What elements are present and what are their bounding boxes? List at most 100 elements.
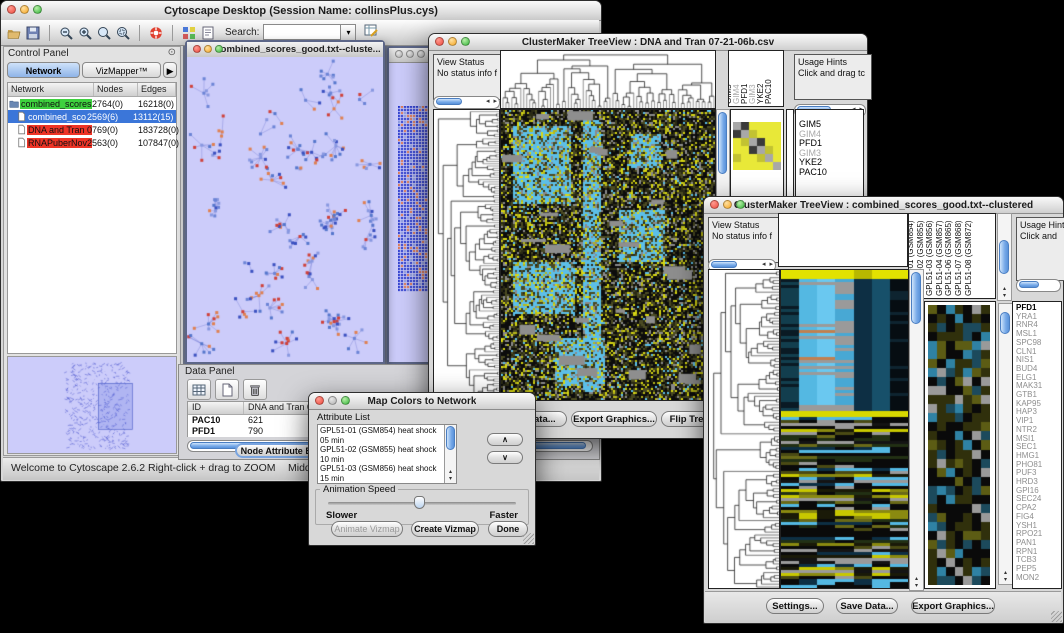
move-down-button[interactable]: ∨	[487, 451, 523, 464]
main-titlebar[interactable]: Cytoscape Desktop (Session Name: collins…	[1, 1, 601, 21]
table-row[interactable]: RNAPuberNov2+563(0)107847(0)	[8, 136, 176, 149]
float-panel-icon[interactable]: ⊙	[168, 47, 176, 58]
minimize-button[interactable]	[448, 37, 457, 46]
treeview2-heatmap[interactable]	[780, 269, 909, 589]
new-doc-icon[interactable]	[215, 379, 239, 400]
close-button[interactable]	[395, 50, 403, 58]
gene-label-pan1[interactable]: PAN1	[1016, 539, 1061, 548]
gene-label-yra1[interactable]: YRA1	[1016, 313, 1061, 322]
zoom-in-icon[interactable]	[78, 26, 92, 40]
treeview2-titlebar[interactable]: ClusterMaker TreeView : combined_scores_…	[704, 197, 1063, 214]
attribute-item[interactable]: GPL51-02 (GSM855) heat shock 10 min	[320, 445, 443, 464]
birdseye-view[interactable]	[7, 356, 177, 454]
gene-label-sec1[interactable]: SEC1	[1016, 443, 1061, 452]
close-button[interactable]	[7, 5, 16, 14]
tab-vizmapper[interactable]: VizMapper™	[82, 62, 161, 78]
treeview2-row-dendrogram[interactable]	[708, 269, 780, 589]
attribute-item[interactable]: GPL51-01 (GSM854) heat shock 05 min	[320, 426, 443, 445]
attribute-list[interactable]: GPL51-01 (GSM854) heat shock 05 minGPL51…	[317, 424, 457, 484]
treeview2-hints-scrollbar[interactable]	[1016, 279, 1061, 292]
tab-[interactable]: ▶	[163, 62, 177, 78]
minimize-button[interactable]	[20, 5, 29, 14]
table-icon[interactable]	[187, 379, 211, 400]
gene-label-cpa2[interactable]: CPA2	[1016, 504, 1061, 513]
treeview2-genelist-scrollbar[interactable]: ▴▾	[998, 303, 1013, 585]
minimize-button[interactable]	[723, 200, 732, 209]
gene-label-spc98[interactable]: SPC98	[1016, 339, 1061, 348]
zoom-region-icon[interactable]	[97, 26, 111, 40]
gene-label-fig4[interactable]: FIG4	[1016, 513, 1061, 522]
export-graphics--button[interactable]: Export Graphics...	[911, 598, 995, 614]
treeview2-labels-scrollbar[interactable]: ▴▾	[997, 213, 1012, 301]
gene-label-hrd3[interactable]: HRD3	[1016, 478, 1061, 487]
treeview2-zoom-heatmap[interactable]	[928, 305, 990, 585]
gene-label-msl1[interactable]: MSL1	[1016, 330, 1061, 339]
close-button[interactable]	[435, 37, 444, 46]
treeview1-summary-matrix[interactable]	[733, 122, 781, 170]
minimize-button[interactable]	[406, 50, 414, 58]
done-button[interactable]: Done	[488, 521, 528, 537]
gene-label-hap3[interactable]: HAP3	[1016, 408, 1061, 417]
treeview1-heatmap[interactable]	[500, 109, 716, 401]
tab-network[interactable]: Network	[7, 62, 80, 78]
table-row[interactable]: combined_sco2569(6)13112(15)	[8, 110, 176, 123]
search-dropdown-icon[interactable]: ▾	[341, 24, 356, 42]
close-button[interactable]	[315, 396, 324, 405]
zoom-button[interactable]	[33, 5, 42, 14]
move-up-button[interactable]: ∧	[487, 433, 523, 446]
gene-label-gim4[interactable]: GIM4	[799, 130, 863, 140]
gene-label-pac10[interactable]: PAC10	[799, 168, 863, 178]
gene-label-yke2[interactable]: YKE2	[799, 158, 863, 168]
gene-label-mon2[interactable]: MON2	[1016, 574, 1061, 583]
gene-label-cln1[interactable]: CLN1	[1016, 348, 1061, 357]
column-header-nodes[interactable]: Nodes	[94, 83, 138, 96]
create-vizmap-button[interactable]: Create Vizmap	[411, 521, 479, 537]
gene-label-rpn1[interactable]: RPN1	[1016, 548, 1061, 557]
close-button[interactable]	[193, 45, 201, 53]
treeview1-row-dendrogram[interactable]	[433, 109, 500, 401]
settings--button[interactable]: Settings...	[766, 598, 824, 614]
gene-label-sec24[interactable]: SEC24	[1016, 495, 1061, 504]
gene-label-pfd1[interactable]: PFD1	[1016, 304, 1061, 313]
attribute-item[interactable]: GPL51-03 (GSM856) heat shock 15 min	[320, 464, 443, 483]
gene-label-gpi16[interactable]: GPI16	[1016, 487, 1061, 496]
gene-label-bud4[interactable]: BUD4	[1016, 365, 1061, 374]
gene-label-rpo21[interactable]: RPO21	[1016, 530, 1061, 539]
help-lifebuoy-icon[interactable]	[149, 26, 163, 40]
zoom-fit-icon[interactable]	[116, 26, 130, 40]
gene-label-gim5[interactable]: GIM5	[799, 120, 863, 130]
treeview1-status-scrollbar[interactable]: ◂ ▸	[433, 96, 500, 109]
treeview2-gene-list[interactable]: PFD1YRA1RNR4MSL1SPC98CLN1NIS1BUD4ELG1MAK…	[1012, 301, 1062, 589]
gene-label-tcb3[interactable]: TCB3	[1016, 556, 1061, 565]
gene-label-gtb1[interactable]: GTB1	[1016, 391, 1061, 400]
gene-label-elg1[interactable]: ELG1	[1016, 374, 1061, 383]
column-header-network[interactable]: Network	[8, 83, 94, 96]
gene-label-nis1[interactable]: NIS1	[1016, 356, 1061, 365]
close-button[interactable]	[710, 200, 719, 209]
gene-label-pfd1[interactable]: PFD1	[799, 139, 863, 149]
gene-label-ntr2[interactable]: NTR2	[1016, 426, 1061, 435]
gene-label-hmg1[interactable]: HMG1	[1016, 452, 1061, 461]
gene-label-kap95[interactable]: KAP95	[1016, 400, 1061, 409]
gene-label-ysh1[interactable]: YSH1	[1016, 522, 1061, 531]
gene-label-puf3[interactable]: PUF3	[1016, 469, 1061, 478]
annotation-icon[interactable]	[201, 26, 215, 40]
gene-label-vip1[interactable]: VIP1	[1016, 417, 1061, 426]
treeview2-vscrollbar[interactable]: ▴▾	[909, 269, 924, 591]
gene-label-rnr4[interactable]: RNR4	[1016, 321, 1061, 330]
zoom-button[interactable]	[341, 396, 350, 405]
save-icon[interactable]	[26, 26, 40, 40]
animation-speed-slider[interactable]	[414, 496, 425, 509]
column-header-edges[interactable]: Edges	[138, 83, 176, 96]
save-data--button[interactable]: Save Data...	[836, 598, 898, 614]
zoom-button[interactable]	[215, 45, 223, 53]
treeview1-column-dendrogram[interactable]	[500, 50, 716, 109]
data-column-id[interactable]: ID	[188, 402, 244, 414]
zoom-button[interactable]	[417, 50, 425, 58]
treeview2-column-dendrogram-area[interactable]	[778, 213, 908, 267]
treeview1-titlebar[interactable]: ClusterMaker TreeView : DNA and Tran 07-…	[429, 34, 867, 51]
open-folder-icon[interactable]	[7, 26, 21, 40]
export-graphics--button[interactable]: Export Graphics...	[571, 411, 657, 427]
network-graph-canvas[interactable]	[187, 57, 383, 362]
gene-label-mak31[interactable]: MAK31	[1016, 382, 1061, 391]
